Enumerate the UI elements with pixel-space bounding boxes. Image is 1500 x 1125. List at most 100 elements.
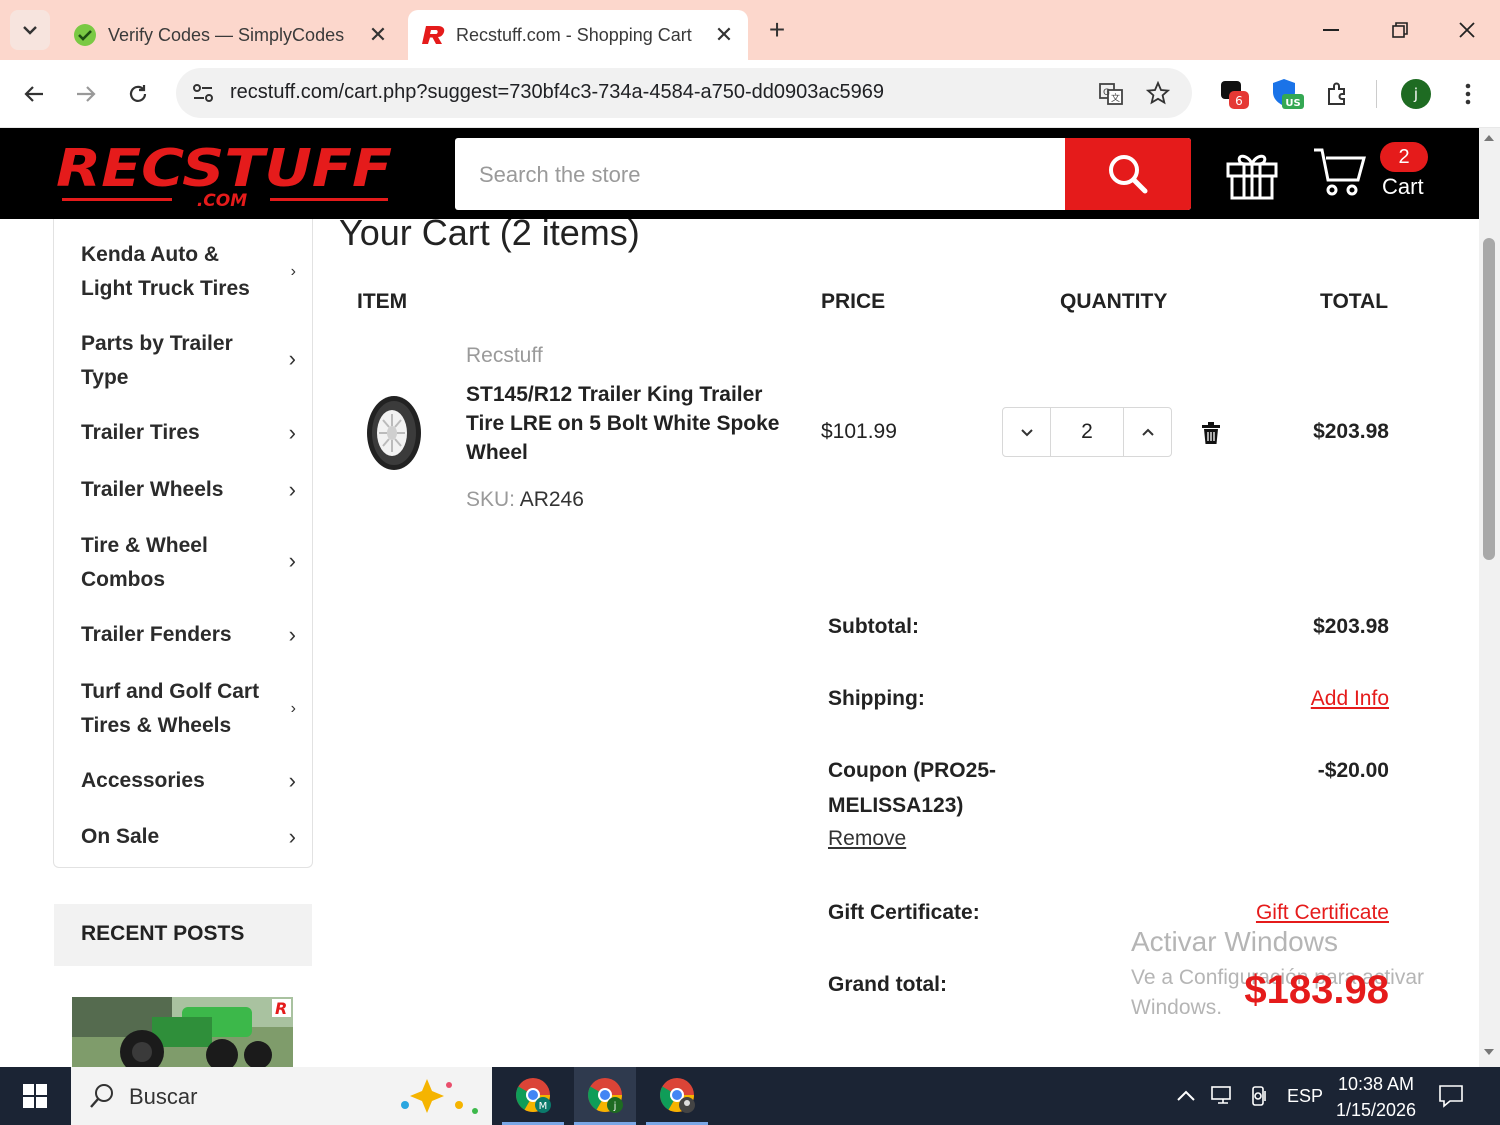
close-window-button[interactable] xyxy=(1437,6,1497,54)
sidebar-item-turf-golf[interactable]: Turf and Golf Cart Tires & Wheels › xyxy=(81,675,296,743)
ext-shield-icon: US xyxy=(1273,79,1304,109)
chevron-right-icon: › xyxy=(290,700,296,717)
trash-icon xyxy=(1202,422,1220,444)
back-button[interactable] xyxy=(14,74,54,114)
sidebar-item-kenda[interactable]: Kenda Auto & Light Truck Tires › xyxy=(81,238,296,306)
extension-button[interactable]: 6 xyxy=(1216,76,1252,112)
page-scrollbar[interactable] xyxy=(1479,128,1500,1067)
sidebar-item-accessories[interactable]: Accessories › xyxy=(81,764,296,798)
show-hidden-icons-button[interactable] xyxy=(1176,1067,1196,1125)
forward-button[interactable] xyxy=(66,74,106,114)
taskbar-search-label: Buscar xyxy=(129,1084,198,1109)
chevron-down-icon xyxy=(23,26,37,35)
scroll-down-icon[interactable] xyxy=(1483,1048,1495,1056)
search-icon xyxy=(1109,155,1148,194)
recent-post-thumbnail[interactable]: R xyxy=(72,997,293,1067)
taskbar-chrome-m[interactable]: M xyxy=(502,1067,564,1125)
decrease-quantity-button[interactable] xyxy=(1003,408,1051,456)
tab-simplycodes[interactable]: Verify Codes — SimplyCodes ✕ xyxy=(62,10,402,60)
taskbar-search-input[interactable]: Buscar xyxy=(71,1067,492,1125)
recstuff-logo[interactable]: RECSTUFF .COM xyxy=(52,138,398,211)
sidebar-item-tire-wheel-combos[interactable]: Tire & Wheel Combos › xyxy=(81,529,296,597)
system-clock[interactable]: 10:38 AM 1/15/2026 xyxy=(1330,1071,1422,1123)
product-name-link[interactable]: ST145/R12 Trailer King Trailer Tire LRE … xyxy=(466,380,796,467)
taskbar-chrome-profile[interactable] xyxy=(646,1067,708,1125)
sidebar-item-label: Parts by Trailer Type xyxy=(81,332,233,389)
chevron-right-icon: › xyxy=(288,824,296,849)
puzzle-icon xyxy=(1328,82,1345,105)
tab-title: Verify Codes — SimplyCodes xyxy=(108,24,345,45)
sidebar-item-label: Kenda Auto & Light Truck Tires xyxy=(81,243,250,300)
search-placeholder: Search the store xyxy=(479,162,641,187)
tab-title: Recstuff.com - Shopping Cart xyxy=(456,24,692,45)
sidebar-item-label: On Sale xyxy=(81,825,160,848)
notifications-button[interactable] xyxy=(1438,1067,1464,1125)
scroll-up-icon[interactable] xyxy=(1483,134,1495,142)
cart-button[interactable] xyxy=(1310,142,1370,202)
svg-text:US: US xyxy=(1285,98,1300,109)
page-title: Your Cart (2 items) xyxy=(339,212,640,253)
language-indicator[interactable]: ESP xyxy=(1287,1067,1323,1125)
sidebar-item-label: Accessories xyxy=(81,769,205,792)
tab-search-dropdown[interactable] xyxy=(10,10,50,50)
gift-certificate-link[interactable]: Gift Certificate xyxy=(1256,901,1389,925)
grand-total-value: $183.98 xyxy=(1244,968,1389,1012)
volume-button[interactable] xyxy=(1248,1067,1270,1125)
extensions-menu-button[interactable] xyxy=(1320,76,1356,112)
sparkle-icon xyxy=(401,1079,478,1114)
svg-text:M: M xyxy=(539,1101,548,1112)
product-image[interactable] xyxy=(362,392,426,474)
increase-quantity-button[interactable] xyxy=(1123,408,1171,456)
column-header-item: ITEM xyxy=(357,290,408,313)
reload-button[interactable] xyxy=(118,74,158,114)
search-icon xyxy=(90,1084,113,1108)
sidebar-item-on-sale[interactable]: On Sale › xyxy=(81,820,296,854)
search-button[interactable] xyxy=(1065,138,1191,210)
taskbar-chrome-j[interactable]: j xyxy=(574,1067,636,1125)
network-button[interactable] xyxy=(1210,1067,1236,1125)
arrow-left-icon xyxy=(24,86,43,102)
column-header-total: TOTAL xyxy=(1320,290,1389,313)
cart-count-badge[interactable]: 2 xyxy=(1380,142,1428,172)
translate-icon[interactable]: G文 xyxy=(1098,81,1124,107)
remove-coupon-link[interactable]: Remove xyxy=(828,827,906,851)
store-search-input[interactable]: Search the store xyxy=(455,138,1191,210)
category-sidebar: Kenda Auto & Light Truck Tires › Parts b… xyxy=(53,219,313,868)
start-button[interactable] xyxy=(0,1067,70,1125)
cart-label[interactable]: Cart xyxy=(1382,174,1424,200)
new-tab-button[interactable]: + xyxy=(760,12,794,48)
sidebar-item-trailer-tires[interactable]: Trailer Tires › xyxy=(81,416,296,450)
ext-badge-count: 6 xyxy=(1235,94,1243,108)
sidebar-item-trailer-fenders[interactable]: Trailer Fenders › xyxy=(81,618,296,652)
minimize-button[interactable] xyxy=(1302,6,1362,54)
quantity-input[interactable]: 2 xyxy=(1051,420,1123,444)
restore-button[interactable] xyxy=(1370,6,1430,54)
clock-date: 1/15/2026 xyxy=(1335,1100,1417,1120)
recent-posts-title: RECENT POSTS xyxy=(81,922,245,945)
sidebar-item-trailer-wheels[interactable]: Trailer Wheels › xyxy=(81,473,296,507)
more-vertical-icon xyxy=(1465,83,1471,105)
shipping-add-info-link[interactable]: Add Info xyxy=(1311,687,1389,711)
gift-certificate-button[interactable] xyxy=(1222,144,1282,204)
close-tab-icon[interactable]: ✕ xyxy=(710,22,738,48)
browser-menu-button[interactable] xyxy=(1450,76,1486,112)
chevron-right-icon: › xyxy=(288,622,296,647)
arrow-right-icon xyxy=(77,86,96,102)
remove-item-button[interactable] xyxy=(1200,421,1224,447)
line-total: $203.98 xyxy=(1313,420,1389,443)
address-bar[interactable]: recstuff.com/cart.php?suggest=730bf4c3-7… xyxy=(176,68,1192,118)
tab-recstuff-cart[interactable]: Recstuff.com - Shopping Cart ✕ xyxy=(408,10,748,60)
coupon-label: Coupon (PRO25-MELISSA123) xyxy=(828,759,996,817)
profile-button[interactable]: j xyxy=(1398,76,1434,112)
scrollbar-thumb[interactable] xyxy=(1483,238,1495,560)
chevron-right-icon: › xyxy=(288,477,296,502)
grand-total-label: Grand total: xyxy=(828,973,947,996)
bookmark-star-icon[interactable] xyxy=(1146,81,1170,105)
svg-text:.COM: .COM xyxy=(197,191,247,210)
quantity-stepper: 2 xyxy=(1002,407,1172,457)
subtotal-label: Subtotal: xyxy=(828,615,919,638)
sidebar-item-parts-by-trailer[interactable]: Parts by Trailer Type › xyxy=(81,327,296,395)
close-tab-icon[interactable]: ✕ xyxy=(364,22,392,48)
site-info-icon[interactable] xyxy=(190,81,216,105)
extension-button[interactable]: US xyxy=(1270,76,1306,112)
